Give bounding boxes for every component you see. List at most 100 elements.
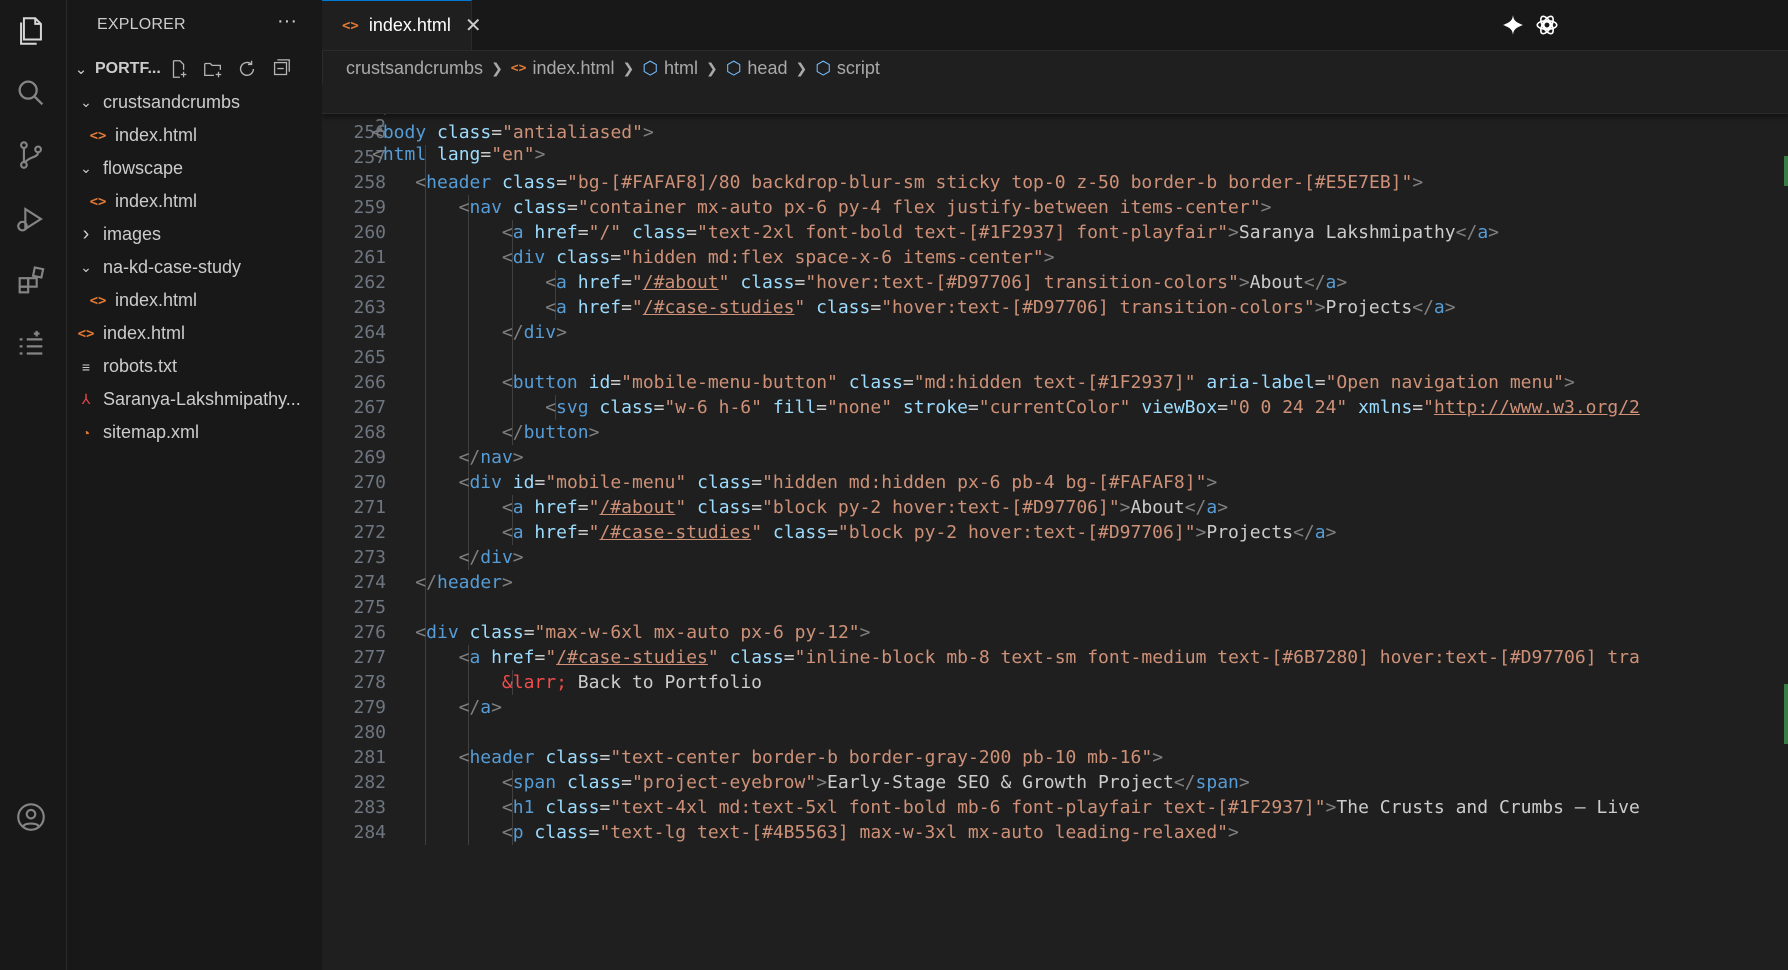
breadcrumb-head[interactable]: head (747, 58, 787, 79)
more-actions-icon[interactable]: ··· (277, 10, 297, 33)
indent-guide (425, 670, 426, 695)
tree-item[interactable]: <> index.html (67, 284, 322, 317)
breadcrumb-html[interactable]: html (664, 58, 698, 79)
line-number: 264 (353, 322, 386, 343)
code-line[interactable]: 268 </button> (322, 420, 1788, 445)
indent-guide (468, 495, 470, 520)
line-number: 277 (353, 647, 386, 668)
code-line[interactable]: 274 </header> (322, 570, 1788, 595)
code-line[interactable]: 270 <div id="mobile-menu" class="hidden m… (322, 470, 1788, 495)
indent-guide (511, 345, 513, 370)
code-line[interactable]: 264 </div> (322, 320, 1788, 345)
tree-item[interactable]: ◔ sitemap.xml (67, 416, 322, 449)
new-file-icon[interactable] (168, 58, 190, 85)
tree-item[interactable]: <> index.html (67, 317, 322, 350)
chat-assistant-icon[interactable] (1532, 10, 1562, 40)
indent-guide (468, 770, 470, 795)
breadcrumb-file[interactable]: index.html (532, 58, 614, 79)
code-editor[interactable]: 2 <html lang="en"> 255</head>256<body cl… (322, 84, 1788, 970)
code-line[interactable]: 272 <a href="/#case-studies" class="block… (322, 520, 1788, 545)
html-file-icon: <> (89, 292, 107, 309)
indent-guide (511, 295, 513, 320)
close-icon[interactable]: ✕ (465, 13, 482, 38)
line-number: 276 (353, 622, 386, 643)
indent-guide (425, 545, 426, 570)
breadcrumb-folder[interactable]: crustsandcrumbs (346, 58, 483, 79)
sticky-scroll-line[interactable]: 2 <html lang="en"> (322, 84, 1788, 165)
chevron-right-icon: › (82, 223, 90, 245)
run-debug-icon[interactable] (14, 202, 48, 236)
indent-guide (425, 370, 426, 395)
code-line[interactable]: 262 <a href="/#about" class="hover:text-[… (322, 270, 1788, 295)
html-file-icon: <> (89, 127, 107, 144)
tree-item[interactable]: <> index.html (67, 119, 322, 152)
code-line[interactable]: 267 <svg class="w-6 h-6" fill="none" stro… (322, 395, 1788, 420)
account-icon[interactable] (14, 800, 48, 834)
code-line[interactable]: 279 </a> (322, 695, 1788, 720)
chevron-right-icon: ❯ (705, 59, 718, 76)
code-line[interactable]: 277 <a href="/#case-studies" class="inlin… (322, 645, 1788, 670)
code-line[interactable]: 276 <div class="max-w-6xl mx-auto px-6 py… (322, 620, 1788, 645)
code-line[interactable]: 261 <div class="hidden md:flex space-x-6 … (322, 245, 1788, 270)
tree-item-label: robots.txt (103, 356, 178, 376)
code-text: <header class="text-center border-b bord… (458, 747, 1164, 768)
code-text: </a> (458, 697, 502, 718)
chevron-down-icon: ⌄ (80, 259, 92, 275)
tree-item[interactable]: › images (67, 218, 322, 251)
tree-item[interactable]: ⌄ flowscape (67, 152, 322, 185)
source-control-icon[interactable] (14, 138, 48, 172)
sparkle-icon[interactable] (1498, 10, 1528, 40)
code-text: <a href="/#case-studies" class="hover:te… (545, 297, 1456, 318)
tree-item[interactable]: ⅄ Saranya-Lakshmipathy... (67, 383, 322, 416)
tree-item[interactable]: ⌄ crustsandcrumbs (67, 86, 322, 119)
indent-guide (425, 720, 426, 745)
scrollbar-marker (1784, 684, 1788, 744)
breadcrumb-script[interactable]: script (837, 58, 880, 79)
code-line[interactable]: 273 </div> (322, 545, 1788, 570)
code-line[interactable]: 283 <h1 class="text-4xl md:text-5xl font-… (322, 795, 1788, 820)
tree-item-label: Saranya-Lakshmipathy... (103, 389, 301, 409)
extensions-icon[interactable] (14, 264, 48, 298)
code-line[interactable]: 266 <button id="mobile-menu-button" class… (322, 370, 1788, 395)
code-text: <a href="/#case-studies" class="block py… (501, 522, 1337, 543)
breadcrumb: crustsandcrumbs ❯ <> index.html ❯ ⬡ html… (346, 52, 880, 84)
indent-guide (425, 220, 426, 245)
indent-guide (425, 245, 426, 270)
indent-guide (468, 420, 470, 445)
code-text: <nav class="container mx-auto px-6 py-4 … (458, 197, 1272, 218)
indent-guide (468, 220, 470, 245)
code-line[interactable]: 278 &larr; Back to Portfolio (322, 670, 1788, 695)
code-line[interactable]: 280 (322, 720, 1788, 745)
code-line[interactable]: 269 </nav> (322, 445, 1788, 470)
code-line[interactable]: 281 <header class="text-center border-b b… (322, 745, 1788, 770)
code-text: </nav> (458, 447, 524, 468)
search-icon[interactable] (14, 76, 48, 110)
code-line[interactable]: 275 (322, 595, 1788, 620)
code-text: &larr; Back to Portfolio (501, 672, 762, 693)
code-text: <button id="mobile-menu-button" class="m… (501, 372, 1575, 393)
code-text: <h1 class="text-4xl md:text-5xl font-bol… (501, 797, 1640, 818)
code-line[interactable]: 282 <span class="project-eyebrow">Early-S… (322, 770, 1788, 795)
code-line[interactable]: 284 <p class="text-lg text-[#4B5563] max-… (322, 820, 1788, 845)
tree-item[interactable]: <> index.html (67, 185, 322, 218)
tab-index-html[interactable]: <> index.html ✕ (322, 0, 482, 50)
code-line[interactable]: 263 <a href="/#case-studies" class="hover… (322, 295, 1788, 320)
collapse-all-icon[interactable] (270, 58, 292, 85)
code-line[interactable]: 265 (322, 345, 1788, 370)
line-number: 260 (353, 222, 386, 243)
code-line[interactable]: 259 <nav class="container mx-auto px-6 py… (322, 195, 1788, 220)
line-number: 275 (353, 597, 386, 618)
code-line[interactable]: 258 <header class="bg-[#FAFAF8]/80 backdr… (322, 170, 1788, 195)
code-line[interactable]: 271 <a href="/#about" class="block py-2 h… (322, 495, 1788, 520)
outline-list-icon[interactable] (14, 328, 48, 362)
explorer-icon[interactable] (14, 14, 48, 48)
indent-guide (468, 395, 470, 420)
tree-item[interactable]: ⌄ na-kd-case-study (67, 251, 322, 284)
code-text: <p class="text-lg text-[#4B5563] max-w-3… (501, 822, 1239, 843)
refresh-icon[interactable] (236, 58, 258, 85)
workspace-root[interactable]: ⌄ PORTF... (67, 54, 322, 84)
code-line[interactable]: 260 <a href="/" class="text-2xl font-bold… (322, 220, 1788, 245)
new-folder-icon[interactable] (202, 58, 224, 85)
tree-item[interactable]: ≡ robots.txt (67, 350, 322, 383)
indent-guide (468, 245, 470, 270)
